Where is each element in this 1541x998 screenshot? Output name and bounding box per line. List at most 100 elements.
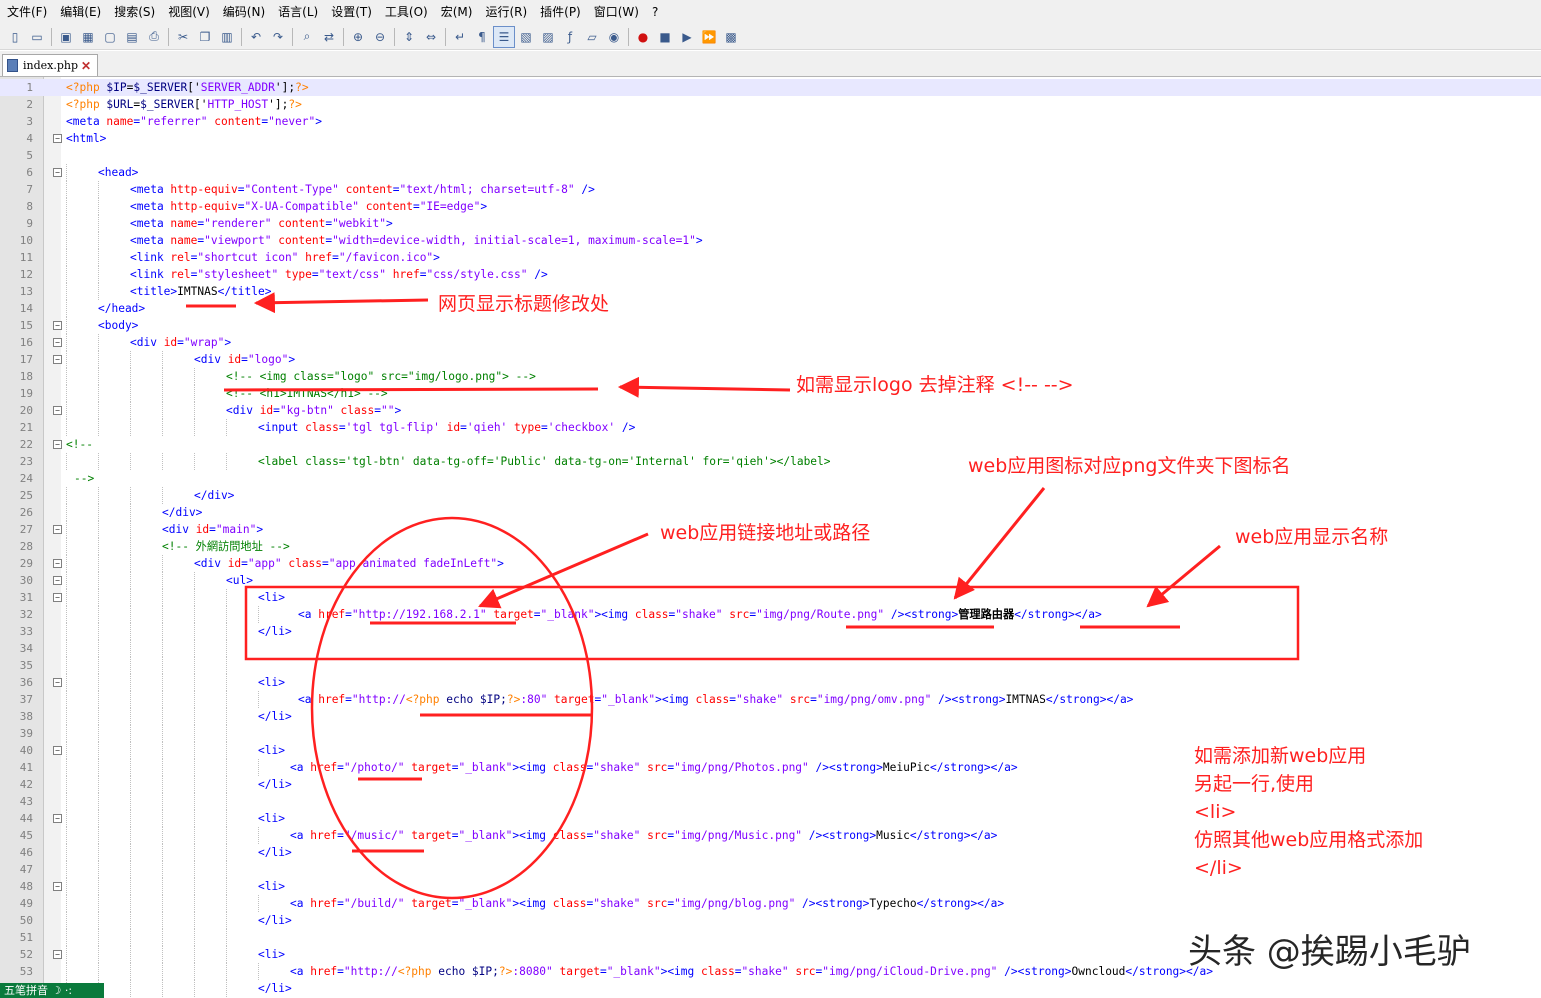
code-line[interactable]: 1 <?php $IP=$_SERVER['SERVER_ADDR'];?> bbox=[0, 79, 1541, 96]
record-macro-icon[interactable]: ● bbox=[632, 26, 654, 48]
fold-toggle-icon[interactable]: − bbox=[53, 338, 62, 347]
code-line[interactable]: 44 − <li> bbox=[0, 810, 1541, 827]
close-all-icon[interactable]: ▤ bbox=[121, 26, 143, 48]
fold-toggle-icon[interactable]: − bbox=[53, 576, 62, 585]
code-line[interactable]: 18 <!-- <img class="logo" src="img/logo.p… bbox=[0, 368, 1541, 385]
menu-item[interactable]: 窗口(W) bbox=[587, 0, 645, 24]
fold-toggle-icon[interactable]: − bbox=[53, 406, 62, 415]
save-icon[interactable]: ▣ bbox=[55, 26, 77, 48]
menu-item[interactable]: 工具(O) bbox=[378, 0, 434, 24]
code-line[interactable]: 34 bbox=[0, 640, 1541, 657]
code-line[interactable]: 52 − <li> bbox=[0, 946, 1541, 963]
code-line[interactable]: 35 bbox=[0, 657, 1541, 674]
code-line[interactable]: 46 </li> bbox=[0, 844, 1541, 861]
cut-icon[interactable]: ✂ bbox=[172, 26, 194, 48]
code-line[interactable]: 41 <a href="/photo/" target="_blank"><img… bbox=[0, 759, 1541, 776]
code-line[interactable]: 11 <link rel="shortcut icon" href="/favic… bbox=[0, 249, 1541, 266]
code-line[interactable]: 37 <a href="http://<?php echo $IP;?>:80" … bbox=[0, 691, 1541, 708]
word-wrap-icon[interactable]: ↵ bbox=[449, 26, 471, 48]
code-line[interactable]: 51 bbox=[0, 929, 1541, 946]
code-line[interactable]: 42 </li> bbox=[0, 776, 1541, 793]
menu-item[interactable]: 搜索(S) bbox=[107, 0, 161, 24]
fold-toggle-icon[interactable]: − bbox=[53, 134, 62, 143]
code-line[interactable]: 31 − <li> bbox=[0, 589, 1541, 606]
code-line[interactable]: 17 − <div id="logo"> bbox=[0, 351, 1541, 368]
save-macro-icon[interactable]: ▩ bbox=[720, 26, 742, 48]
code-line[interactable]: 27 − <div id="main"> bbox=[0, 521, 1541, 538]
user-lang-icon[interactable]: ▧ bbox=[515, 26, 537, 48]
code-line[interactable]: 22 − <!-- bbox=[0, 436, 1541, 453]
menu-item[interactable]: 视图(V) bbox=[161, 0, 216, 24]
code-line[interactable]: 33 </li> bbox=[0, 623, 1541, 640]
menu-item[interactable]: ? bbox=[645, 0, 664, 24]
code-line[interactable]: 43 bbox=[0, 793, 1541, 810]
fold-toggle-icon[interactable]: − bbox=[53, 882, 62, 891]
print-icon[interactable]: ⎙ bbox=[143, 26, 165, 48]
menu-item[interactable]: 编辑(E) bbox=[53, 0, 107, 24]
tab-close-icon[interactable]: ✕ bbox=[81, 59, 91, 73]
show-all-chars-icon[interactable]: ¶ bbox=[471, 26, 493, 48]
code-line[interactable]: 24 --> bbox=[0, 470, 1541, 487]
code-line[interactable]: 50 </li> bbox=[0, 912, 1541, 929]
fold-toggle-icon[interactable]: − bbox=[53, 355, 62, 364]
fold-toggle-icon[interactable]: − bbox=[53, 559, 62, 568]
sync-horizontal-icon[interactable]: ⇔ bbox=[420, 26, 442, 48]
code-line[interactable]: 48 − <li> bbox=[0, 878, 1541, 895]
fold-toggle-icon[interactable]: − bbox=[53, 678, 62, 687]
code-line[interactable]: 47 bbox=[0, 861, 1541, 878]
code-line[interactable]: 8 <meta http-equiv="X-UA-Compatible" cont… bbox=[0, 198, 1541, 215]
menu-item[interactable]: 运行(R) bbox=[478, 0, 533, 24]
stop-macro-icon[interactable]: ■ bbox=[654, 26, 676, 48]
code-line[interactable]: 3 <meta name="referrer" content="never"> bbox=[0, 113, 1541, 130]
menu-item[interactable]: 宏(M) bbox=[434, 0, 479, 24]
tab-index-php[interactable]: index.php ✕ bbox=[2, 54, 99, 76]
fold-toggle-icon[interactable]: − bbox=[53, 950, 62, 959]
fold-toggle-icon[interactable]: − bbox=[53, 814, 62, 823]
doc-map-icon[interactable]: ▨ bbox=[537, 26, 559, 48]
code-line[interactable]: 36 − <li> bbox=[0, 674, 1541, 691]
close-icon[interactable]: ▢ bbox=[99, 26, 121, 48]
code-line[interactable]: 23 <label class='tgl-btn' data-tg-off='Pu… bbox=[0, 453, 1541, 470]
sync-vertical-icon[interactable]: ⇕ bbox=[398, 26, 420, 48]
folder-workspace-icon[interactable]: ▱ bbox=[581, 26, 603, 48]
menu-item[interactable]: 设置(T) bbox=[324, 0, 378, 24]
menu-item[interactable]: 编码(N) bbox=[216, 0, 271, 24]
code-line[interactable]: 49 <a href="/build/" target="_blank"><img… bbox=[0, 895, 1541, 912]
code-line[interactable]: 5 bbox=[0, 147, 1541, 164]
code-line[interactable]: 25 </div> bbox=[0, 487, 1541, 504]
code-line[interactable]: 7 <meta http-equiv="Content-Type" content… bbox=[0, 181, 1541, 198]
fold-toggle-icon[interactable]: − bbox=[53, 440, 62, 449]
menu-item[interactable]: 文件(F) bbox=[0, 0, 53, 24]
save-all-icon[interactable]: ▦ bbox=[77, 26, 99, 48]
code-line[interactable]: 2 <?php $URL=$_SERVER['HTTP_HOST'];?> bbox=[0, 96, 1541, 113]
redo-icon[interactable]: ↷ bbox=[267, 26, 289, 48]
monitor-icon[interactable]: ◉ bbox=[603, 26, 625, 48]
code-area[interactable]: 1 <?php $IP=$_SERVER['SERVER_ADDR'];?> 2 <?… bbox=[0, 77, 1541, 998]
fold-toggle-icon[interactable]: − bbox=[53, 525, 62, 534]
code-line[interactable]: 26 </div> bbox=[0, 504, 1541, 521]
code-line[interactable]: 6 − <head> bbox=[0, 164, 1541, 181]
code-line[interactable]: 9 <meta name="renderer" content="webkit"> bbox=[0, 215, 1541, 232]
code-line[interactable]: 32 <a href="http://192.168.2.1" target="_… bbox=[0, 606, 1541, 623]
fold-toggle-icon[interactable]: − bbox=[53, 168, 62, 177]
fold-toggle-icon[interactable]: − bbox=[53, 746, 62, 755]
code-line[interactable]: 54</li> bbox=[0, 980, 1541, 997]
undo-icon[interactable]: ↶ bbox=[245, 26, 267, 48]
code-line[interactable]: 38 </li> bbox=[0, 708, 1541, 725]
menu-item[interactable]: 语言(L) bbox=[271, 0, 324, 24]
code-line[interactable]: 21 <input class='tgl tgl-flip' id='qieh' … bbox=[0, 419, 1541, 436]
zoom-in-icon[interactable]: ⊕ bbox=[347, 26, 369, 48]
code-editor[interactable]: 1 <?php $IP=$_SERVER['SERVER_ADDR'];?> 2 <?… bbox=[0, 77, 1541, 998]
function-list-icon[interactable]: ƒ bbox=[559, 26, 581, 48]
code-line[interactable]: 12 <link rel="stylesheet" type="text/css"… bbox=[0, 266, 1541, 283]
code-line[interactable]: 16 − <div id="wrap"> bbox=[0, 334, 1541, 351]
code-line[interactable]: 14 </head> bbox=[0, 300, 1541, 317]
code-line[interactable]: 15 − <body> bbox=[0, 317, 1541, 334]
zoom-out-icon[interactable]: ⊖ bbox=[369, 26, 391, 48]
code-line[interactable]: 53 <a href="http://<?php echo $IP;?>:8080… bbox=[0, 963, 1541, 980]
fold-toggle-icon[interactable]: − bbox=[53, 593, 62, 602]
code-line[interactable]: 19 <!-- <h1>IMTNAS</h1> --> bbox=[0, 385, 1541, 402]
paste-icon[interactable]: ▥ bbox=[216, 26, 238, 48]
replace-icon[interactable]: ⇄ bbox=[318, 26, 340, 48]
run-macro-multiple-icon[interactable]: ⏩ bbox=[698, 26, 720, 48]
